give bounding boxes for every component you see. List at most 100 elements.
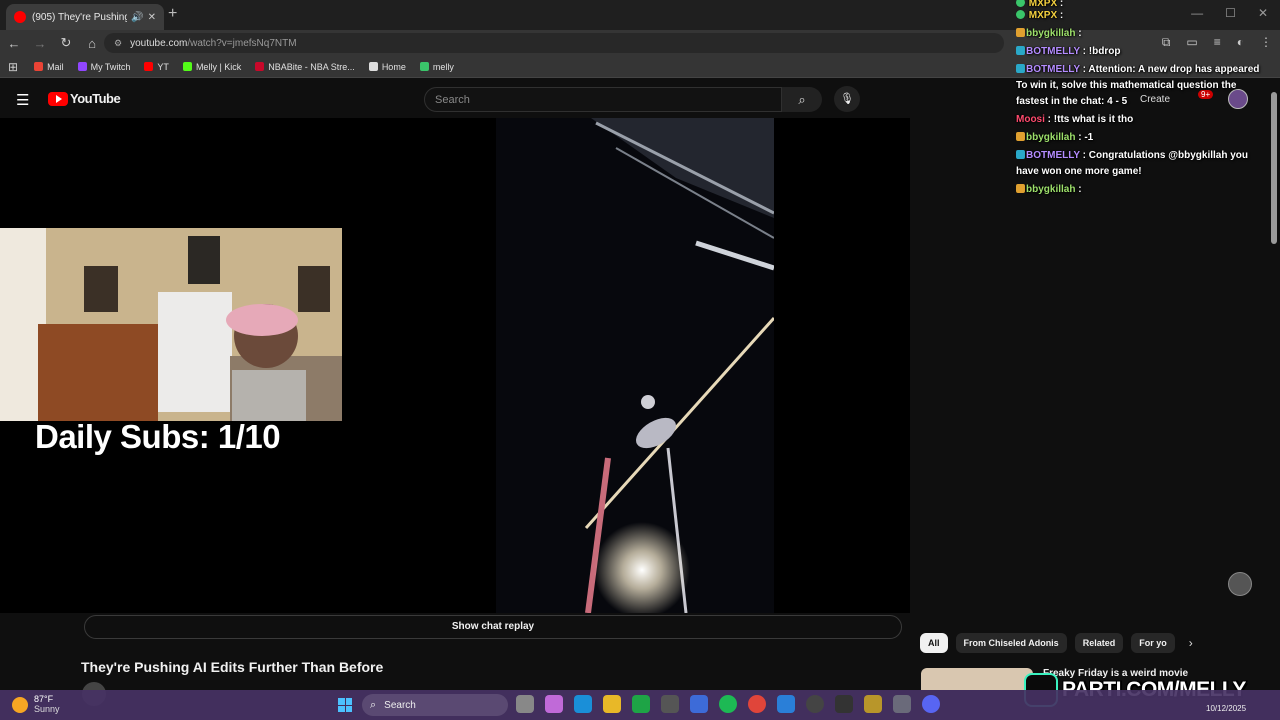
chat-username: BOTMELLY	[1026, 64, 1080, 75]
close-tab-icon[interactable]: ✕	[148, 12, 156, 23]
bookmark-mail[interactable]: Mail	[34, 62, 64, 72]
start-menu-icon[interactable]	[338, 698, 352, 712]
twitch-icon	[77, 62, 87, 71]
bookmark-label: Mail	[47, 61, 64, 72]
chevron-right-icon[interactable]: ›	[1189, 636, 1193, 650]
chat-username: MXPX	[1028, 10, 1058, 21]
obs-icon[interactable]	[835, 695, 853, 713]
file-explorer-icon[interactable]	[603, 695, 621, 713]
bookmark-melly[interactable]: melly	[419, 61, 454, 72]
bookmark-label: My Twitch	[90, 61, 131, 72]
apps-icon[interactable]: ⊞	[8, 60, 18, 74]
video-frame[interactable]	[496, 118, 774, 613]
weather-condition: Sunny	[34, 704, 60, 714]
chip-for-you[interactable]: For yo	[1131, 633, 1175, 653]
weather-temp: 87°F	[34, 694, 54, 704]
bookmark-label: NBABite - NBA Stre...	[268, 61, 355, 72]
bookmark-yt[interactable]: YT	[144, 62, 169, 72]
url-host: youtube.com	[130, 37, 188, 49]
chat-message: BOTMELLY : Congratulations @bbygkillah y…	[1016, 150, 1249, 177]
search-placeholder: Search	[435, 93, 470, 106]
recommended-thumbnail[interactable]	[921, 668, 1033, 690]
bookmark-label: Home	[381, 61, 406, 72]
taskbar-apps	[516, 695, 940, 713]
chat-username: Moosi	[1016, 114, 1045, 125]
weather-widget[interactable]: 87°F Sunny	[12, 694, 60, 715]
address-bar[interactable]: ⚙ youtube.com/watch?v=jmefsNq7NTM	[104, 33, 1004, 53]
show-chat-replay-button[interactable]: Show chat replay	[84, 615, 902, 639]
audio-icon[interactable]: 🔊	[131, 12, 143, 23]
new-tab-icon[interactable]: +	[168, 5, 177, 23]
video-title: They're Pushing AI Edits Further Than Be…	[81, 659, 384, 675]
pole-vault-scene	[496, 118, 774, 613]
chat-username: bbygkillah	[1026, 184, 1076, 195]
sun-icon	[12, 696, 28, 713]
chat-message: bbygkillah : -1	[1016, 130, 1264, 146]
chat-message: bbygkillah :	[1016, 26, 1264, 42]
chat-message: MXPX :	[1016, 8, 1264, 24]
webcam-overlay	[0, 228, 342, 421]
chat-badge-icon	[1016, 64, 1025, 73]
search-input[interactable]: Search	[424, 87, 782, 112]
taskbar-search-label: Search	[384, 699, 416, 711]
kick-icon	[182, 62, 192, 71]
status-dot-icon	[1016, 0, 1025, 7]
chat-message: bbygkillah :	[1016, 182, 1264, 198]
youtube-icon	[144, 62, 154, 71]
back-icon[interactable]: ←	[2, 36, 26, 51]
edge-icon[interactable]	[574, 695, 592, 713]
hamburger-menu-icon[interactable]: ☰	[16, 91, 29, 109]
windows-taskbar: 87°F Sunny ⌕ Search	[0, 690, 1280, 720]
reload-icon[interactable]: ↻	[54, 35, 78, 51]
voice-search-icon[interactable]: 🎙	[834, 86, 860, 112]
taskbar-date[interactable]: 10/12/2025	[1206, 704, 1246, 713]
spotify-icon[interactable]	[719, 695, 737, 713]
chrome-icon[interactable]	[748, 695, 766, 713]
app-icon[interactable]	[864, 695, 882, 713]
bookmark-twitch[interactable]: My Twitch	[77, 61, 131, 72]
screen: (905) They're Pushing AI Edits Further T…	[0, 0, 1280, 720]
photos-icon[interactable]	[777, 695, 795, 713]
chat-username: bbygkillah	[1026, 28, 1076, 39]
settings-icon[interactable]	[893, 695, 911, 713]
forward-icon[interactable]: →	[28, 36, 52, 51]
task-view-icon[interactable]	[516, 695, 534, 713]
mail-icon	[34, 62, 44, 71]
daily-subs-overlay: Daily Subs: 1/10	[35, 418, 281, 455]
chip-from-channel[interactable]: From Chiseled Adonis	[955, 633, 1067, 653]
chat-message: Moosi : !tts what is it tho	[1016, 114, 1134, 125]
youtube-logo[interactable]: YouTube	[48, 91, 121, 106]
page-scrollbar[interactable]	[1271, 92, 1277, 244]
chat-message: BOTMELLY : !bdrop	[1016, 44, 1264, 60]
chat-username: BOTMELLY	[1026, 46, 1080, 57]
webcam-scene	[0, 228, 342, 421]
recommendation-chips: All From Chiseled Adonis Related For yo …	[920, 633, 1193, 653]
chat-text: !tts what is it tho	[1053, 114, 1134, 125]
chat-message: BOTMELLY : Attention: A new drop has app…	[1016, 64, 1260, 107]
media-player-icon[interactable]	[806, 695, 824, 713]
chat-badge-icon	[1016, 46, 1025, 55]
chip-related[interactable]: Related	[1074, 633, 1124, 653]
home-icon[interactable]: ⌂	[80, 36, 104, 51]
search-icon: ⌕	[370, 698, 377, 711]
url-text: youtube.com/watch?v=jmefsNq7NTM	[130, 38, 296, 49]
bookmark-kick[interactable]: Melly | Kick	[182, 62, 241, 72]
bookmark-label: YT	[157, 61, 169, 72]
chip-all[interactable]: All	[920, 633, 948, 653]
copilot-icon[interactable]	[545, 695, 563, 713]
bookmark-nbabite[interactable]: NBABite - NBA Stre...	[255, 62, 355, 72]
browser-tab[interactable]: (905) They're Pushing AI Edits Further T…	[6, 4, 164, 30]
store-icon[interactable]	[690, 695, 708, 713]
xbox-icon[interactable]	[632, 695, 650, 713]
bookmark-label: melly	[432, 61, 454, 72]
taskbar-search[interactable]: ⌕ Search	[362, 694, 508, 716]
site-info-icon[interactable]: ⚙	[114, 38, 122, 49]
github-icon[interactable]	[661, 695, 679, 713]
discord-icon[interactable]	[922, 695, 940, 713]
chat-text: !bdrop	[1088, 46, 1121, 57]
x-icon	[368, 62, 378, 71]
bookmark-home[interactable]: Home	[368, 61, 406, 72]
status-dot-icon	[1016, 10, 1025, 19]
search-button[interactable]: ⌕	[782, 87, 822, 112]
nba-icon	[255, 62, 265, 71]
